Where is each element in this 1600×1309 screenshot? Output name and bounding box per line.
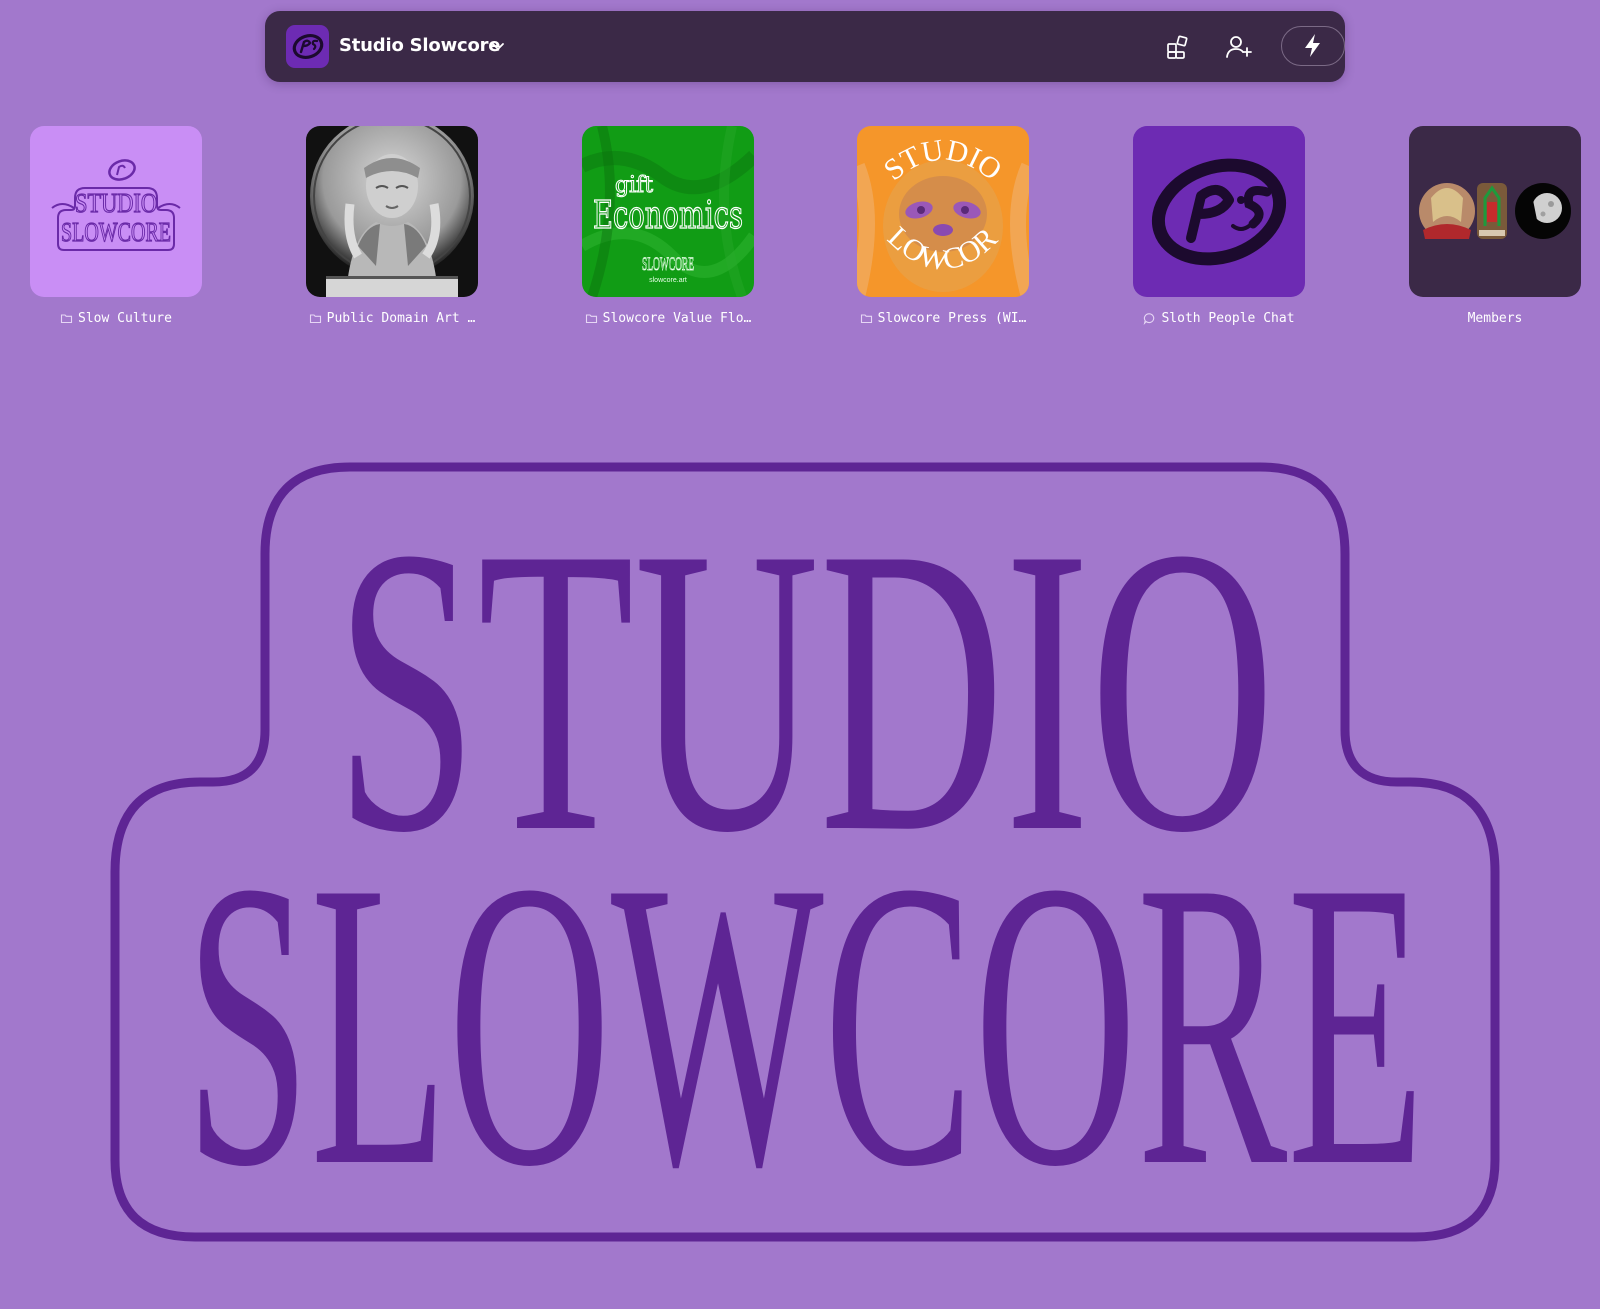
folder-icon — [585, 313, 597, 323]
tile-label: Slowcore Value Flo… — [582, 309, 754, 327]
avatar — [1419, 183, 1475, 239]
space-header-bar: Studio Slowcore — [265, 11, 1345, 82]
space-name-title[interactable]: Studio Slowcore — [339, 35, 501, 56]
widgets-button[interactable] — [1158, 28, 1196, 66]
folder-icon — [860, 313, 872, 323]
lightning-bolt-icon — [1305, 34, 1320, 57]
svg-text:SLOWCORE: SLOWCORE — [642, 254, 694, 275]
tile-thumbnail-member-avatars — [1409, 126, 1581, 297]
avatar — [1515, 183, 1571, 239]
user-plus-icon — [1226, 36, 1252, 58]
folder-tile-slow-culture[interactable]: STUDIO SLOWCORE Slow Culture — [30, 126, 202, 327]
chat-tile-sloth-people-chat[interactable]: Sloth People Chat — [1133, 126, 1305, 327]
svg-text:Economics: Economics — [593, 193, 743, 237]
tile-label: Members — [1467, 310, 1523, 326]
tile-thumbnail: gift Economics SLOWCORE slowcore.art — [582, 126, 754, 297]
tile-thumbnail-bust-image — [306, 126, 478, 297]
folder-tile-public-domain-art[interactable]: Public Domain Art … — [306, 126, 478, 327]
folder-icon — [309, 313, 321, 323]
avatar — [1477, 183, 1507, 239]
folder-tile-slowcore-press[interactable]: STUDIO SLOWCORE Slowcore Press (WI… — [857, 126, 1029, 327]
tile-thumbnail: STUDIO SLOWCORE — [30, 126, 202, 297]
tile-label: Public Domain Art … — [306, 309, 478, 327]
folder-tile-slowcore-value-flow[interactable]: gift Economics SLOWCORE slowcore.art Slo… — [582, 126, 754, 327]
members-tile[interactable]: Members — [1409, 126, 1581, 327]
boost-button[interactable] — [1281, 26, 1345, 66]
svg-text:SLOWCORE: SLOWCORE — [61, 217, 171, 247]
svg-text:STUDIO: STUDIO — [75, 188, 157, 218]
svg-text:slowcore.art: slowcore.art — [649, 277, 687, 284]
svg-text:SLOWCORE: SLOWCORE — [185, 797, 1425, 1251]
tile-thumbnail-sloth-image: STUDIO SLOWCORE — [857, 126, 1029, 297]
studio-slowcore-wordmark-logo: STUDIO SLOWCORE — [110, 462, 1500, 1267]
widgets-icon — [1167, 35, 1188, 59]
tile-label: Slow Culture — [30, 309, 202, 327]
folder-icon — [60, 313, 73, 323]
invite-member-button[interactable] — [1220, 28, 1258, 66]
tile-label: Sloth People Chat — [1133, 309, 1305, 327]
chat-bubble-icon — [1144, 312, 1155, 325]
space-logo-sloth-icon[interactable] — [286, 25, 329, 68]
tile-label: Slowcore Press (WI… — [857, 309, 1029, 327]
chevron-down-icon[interactable] — [489, 37, 507, 55]
tile-thumbnail — [1133, 126, 1305, 297]
